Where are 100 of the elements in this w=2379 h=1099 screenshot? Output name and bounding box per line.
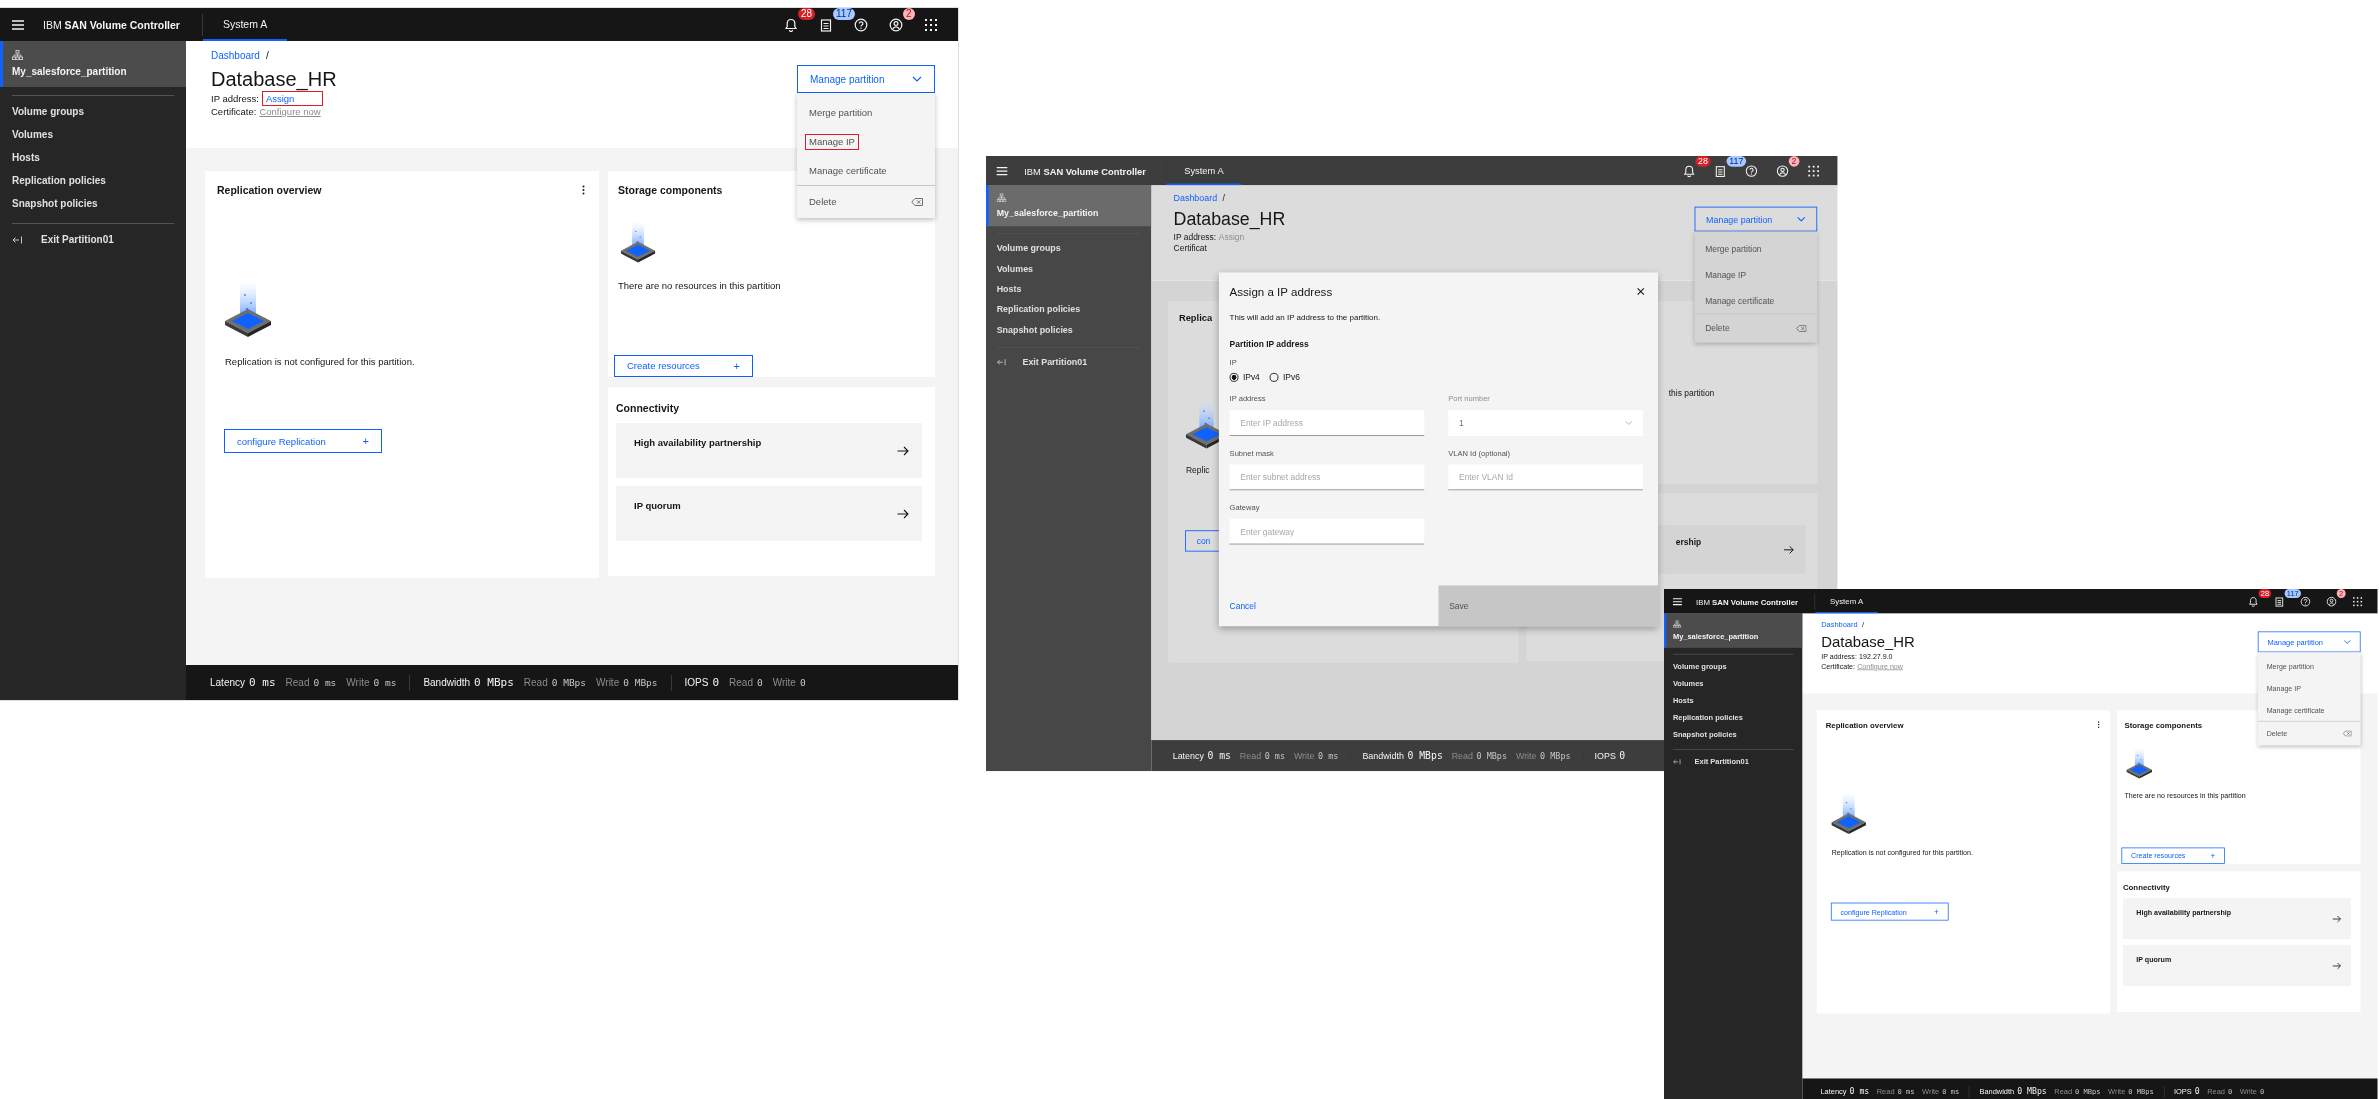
menu-icon[interactable] (995, 165, 1009, 176)
link-tile[interactable]: IP quorum (616, 486, 922, 541)
metric-value: 0 ms (313, 677, 337, 688)
nav-link[interactable]: Volumes (986, 258, 1034, 279)
backspace-icon (1795, 324, 1807, 332)
menu-item[interactable]: Manage certificate (1705, 294, 1775, 307)
dropdown-button[interactable]: Manage partition (797, 65, 935, 93)
platform-drawing (2124, 747, 2155, 780)
metric-label: Latency (210, 677, 246, 688)
field-label: Certificat (1173, 242, 1207, 254)
product-name: IBM SAN Volume Controller (1024, 165, 1146, 176)
radio-button[interactable] (1229, 372, 1239, 382)
hierarchy-icon (996, 193, 1007, 203)
empty-message: There are no resources in this partition (618, 278, 781, 292)
ip-address-link[interactable]: Assign (261, 91, 324, 106)
nav-link[interactable]: Volume groups (0, 100, 85, 123)
breadcrumb-link[interactable]: Dashboard (1173, 193, 1218, 204)
configure-button[interactable]: configure Replication + (224, 429, 382, 453)
help-icon[interactable] (1744, 164, 1758, 177)
partition-name: My_salesforce_partition (996, 207, 1099, 218)
metric-label: Bandwidth (1362, 750, 1404, 761)
menu-item[interactable]: Delete (809, 195, 837, 209)
metric-label: Write (772, 677, 796, 688)
partition-header[interactable]: My_salesforce_partition (986, 185, 1152, 227)
input-field[interactable]: Enter IP address (1229, 410, 1425, 437)
partition-header[interactable]: My_salesforce_partition (0, 41, 186, 87)
metric-value: 0 ms (1849, 1086, 1870, 1097)
bell-icon[interactable] (1682, 164, 1695, 177)
count-badge: 2 (903, 8, 915, 20)
tile-label: IP quorum (634, 499, 681, 512)
exit-link[interactable]: Exit Partition01 (1022, 356, 1088, 367)
chevron-icon (1625, 420, 1633, 425)
menu-item[interactable]: Manage IP (805, 133, 859, 150)
breadcrumb-separator: / (1222, 193, 1225, 204)
dialog-title: Assign a IP address (1229, 285, 1333, 300)
metric-label: Read (523, 677, 548, 688)
metric-label: Write (1293, 750, 1315, 761)
metric-value: 0 (757, 677, 763, 688)
product-name: IBM SAN Volume Controller (43, 18, 180, 31)
nav-link[interactable]: Replication policies (986, 299, 1081, 320)
menu-item[interactable]: Manage certificate (809, 163, 887, 178)
input-field[interactable]: Enter subnet address (1229, 464, 1425, 491)
overflow-menu-icon[interactable] (2097, 720, 2100, 729)
nav-link[interactable]: Volumes (0, 123, 53, 146)
exit-link[interactable]: Exit Partition01 (41, 234, 114, 245)
menu-icon[interactable] (11, 18, 25, 31)
tile-label: ership (1675, 536, 1702, 549)
cancel-button[interactable]: Cancel (1218, 585, 1439, 627)
count-badge: 28 (798, 8, 816, 20)
metric-value: 0 MBps (551, 677, 587, 688)
arrow-right-icon (897, 446, 909, 456)
menu-item[interactable]: Delete (1705, 322, 1730, 335)
count-badge: 28 (1695, 156, 1711, 167)
card-title: Connectivity (616, 401, 679, 415)
field-label: Certificate: (211, 105, 257, 118)
app-grid-icon[interactable] (923, 17, 938, 32)
nav-link[interactable]: Hosts (986, 278, 1022, 300)
nav-link[interactable]: Hosts (0, 146, 40, 169)
metric-label: Write (1515, 750, 1537, 761)
user-icon[interactable] (888, 17, 903, 32)
clipboard-icon[interactable] (1713, 164, 1727, 177)
save-button: Save (1438, 585, 1659, 627)
tile-label: High availability partnership (634, 436, 762, 449)
nav-link[interactable]: Replication policies (0, 169, 106, 192)
metric-label: Read (1451, 750, 1473, 761)
radio-label: IPv4 (1242, 372, 1260, 382)
metric-label: IOPS (684, 677, 709, 688)
nav-link[interactable]: Snapshot policies (0, 192, 98, 215)
overflow-menu-icon[interactable] (582, 185, 585, 195)
close-icon[interactable] (1636, 287, 1645, 296)
chevron-icon (912, 76, 922, 82)
input-field[interactable]: Enter gateway (1229, 518, 1425, 545)
nav-link[interactable]: Volume groups (986, 237, 1061, 259)
dropdown-field: 1 (1448, 410, 1643, 437)
arrow-right-icon (1783, 545, 1795, 555)
app-grid-icon[interactable] (1807, 164, 1820, 177)
menu-item[interactable]: Merge partition (1705, 242, 1762, 256)
app-grid-icon[interactable] (2352, 596, 2363, 607)
menu-item[interactable]: Merge partition (809, 105, 873, 120)
section-heading: Partition IP address (1229, 339, 1309, 350)
metric-value: 0 MBps (1540, 750, 1571, 761)
user-icon[interactable] (1775, 164, 1789, 177)
exit-icon[interactable] (12, 235, 23, 244)
metric-value: 0 (2194, 1086, 2200, 1097)
nav-link[interactable]: Snapshot policies (986, 319, 1073, 340)
menu-item[interactable]: Manage IP (1705, 268, 1747, 281)
clipboard-icon[interactable] (818, 17, 833, 32)
configure-link[interactable]: Configure now (259, 105, 321, 118)
help-icon[interactable] (853, 17, 868, 32)
dropdown-button[interactable]: Manage partition (1694, 206, 1818, 232)
breadcrumb-link[interactable]: Dashboard (211, 50, 260, 62)
card-title: Replication overview (217, 183, 322, 197)
bell-icon[interactable] (783, 17, 798, 32)
input-field[interactable]: Enter VLAN Id (1448, 464, 1643, 491)
platform-drawing (1830, 792, 1868, 835)
metric-value: 0 ms (1207, 749, 1231, 762)
metric-value: 0 MBps (1476, 750, 1507, 761)
create-button[interactable]: Create resources + (614, 354, 753, 377)
link-tile[interactable]: High availability partnership (616, 423, 922, 478)
field-label: IP address: (211, 92, 259, 105)
